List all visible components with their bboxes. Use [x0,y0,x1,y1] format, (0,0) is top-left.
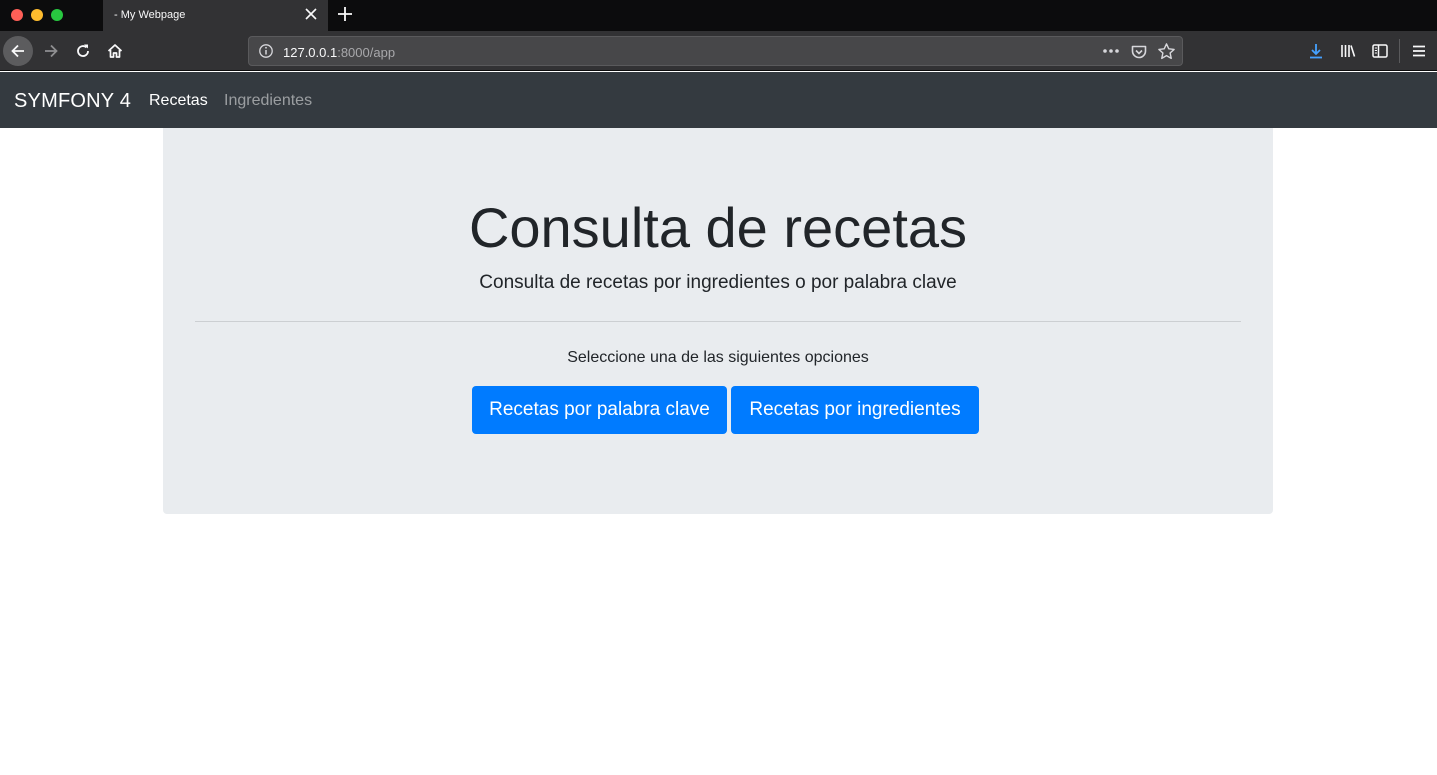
back-icon[interactable] [3,36,33,66]
nav-link-ingredientes[interactable]: Ingredientes [224,92,312,110]
jumbotron: Consulta de recetas Consulta de recetas … [163,128,1273,514]
more-icon[interactable] [1101,43,1121,59]
site-navbar: SYMFONY 4 Recetas Ingredientes [0,72,1437,128]
toolbar-separator [1399,39,1400,63]
minimize-window-button[interactable] [31,9,43,21]
recetas-ingredientes-button[interactable]: Recetas por ingredientes [731,386,979,434]
browser-tab[interactable]: - My Webpage [103,0,328,31]
url-path: :8000/app [337,45,396,60]
close-tab-icon[interactable] [303,6,319,22]
tab-title: - My Webpage [114,9,186,21]
home-icon[interactable] [100,36,130,66]
reload-icon[interactable] [68,36,98,66]
page-subtitle: Consulta de recetas por ingredientes o p… [479,272,957,293]
page-title: Consulta de recetas [468,196,968,259]
url-host: 127.0.0.1 [283,45,338,60]
url-text[interactable]: 127.0.0.1:8000/app [283,45,395,60]
menu-icon[interactable] [1410,42,1428,60]
pocket-icon[interactable] [1130,43,1148,61]
download-icon[interactable] [1307,42,1325,60]
sidebar-icon[interactable] [1371,42,1389,60]
maximize-window-button[interactable] [51,9,63,21]
address-bar[interactable]: 127.0.0.1:8000/app [248,36,1183,66]
star-icon[interactable] [1157,42,1176,61]
recetas-palabra-clave-button[interactable]: Recetas por palabra clave [472,386,727,434]
info-icon[interactable] [258,43,274,59]
new-tab-icon[interactable] [336,5,354,23]
navbar-brand[interactable]: SYMFONY 4 [14,90,131,113]
browser-toolbar: 127.0.0.1:8000/app [0,31,1437,71]
forward-icon[interactable] [36,36,66,66]
nav-link-recetas[interactable]: Recetas [149,92,208,110]
close-window-button[interactable] [11,9,23,21]
browser-tab-bar: - My Webpage [0,0,1437,31]
divider [195,321,1241,322]
library-icon[interactable] [1339,42,1357,60]
instruction-text: Seleccione una de las siguientes opcione… [567,349,869,366]
